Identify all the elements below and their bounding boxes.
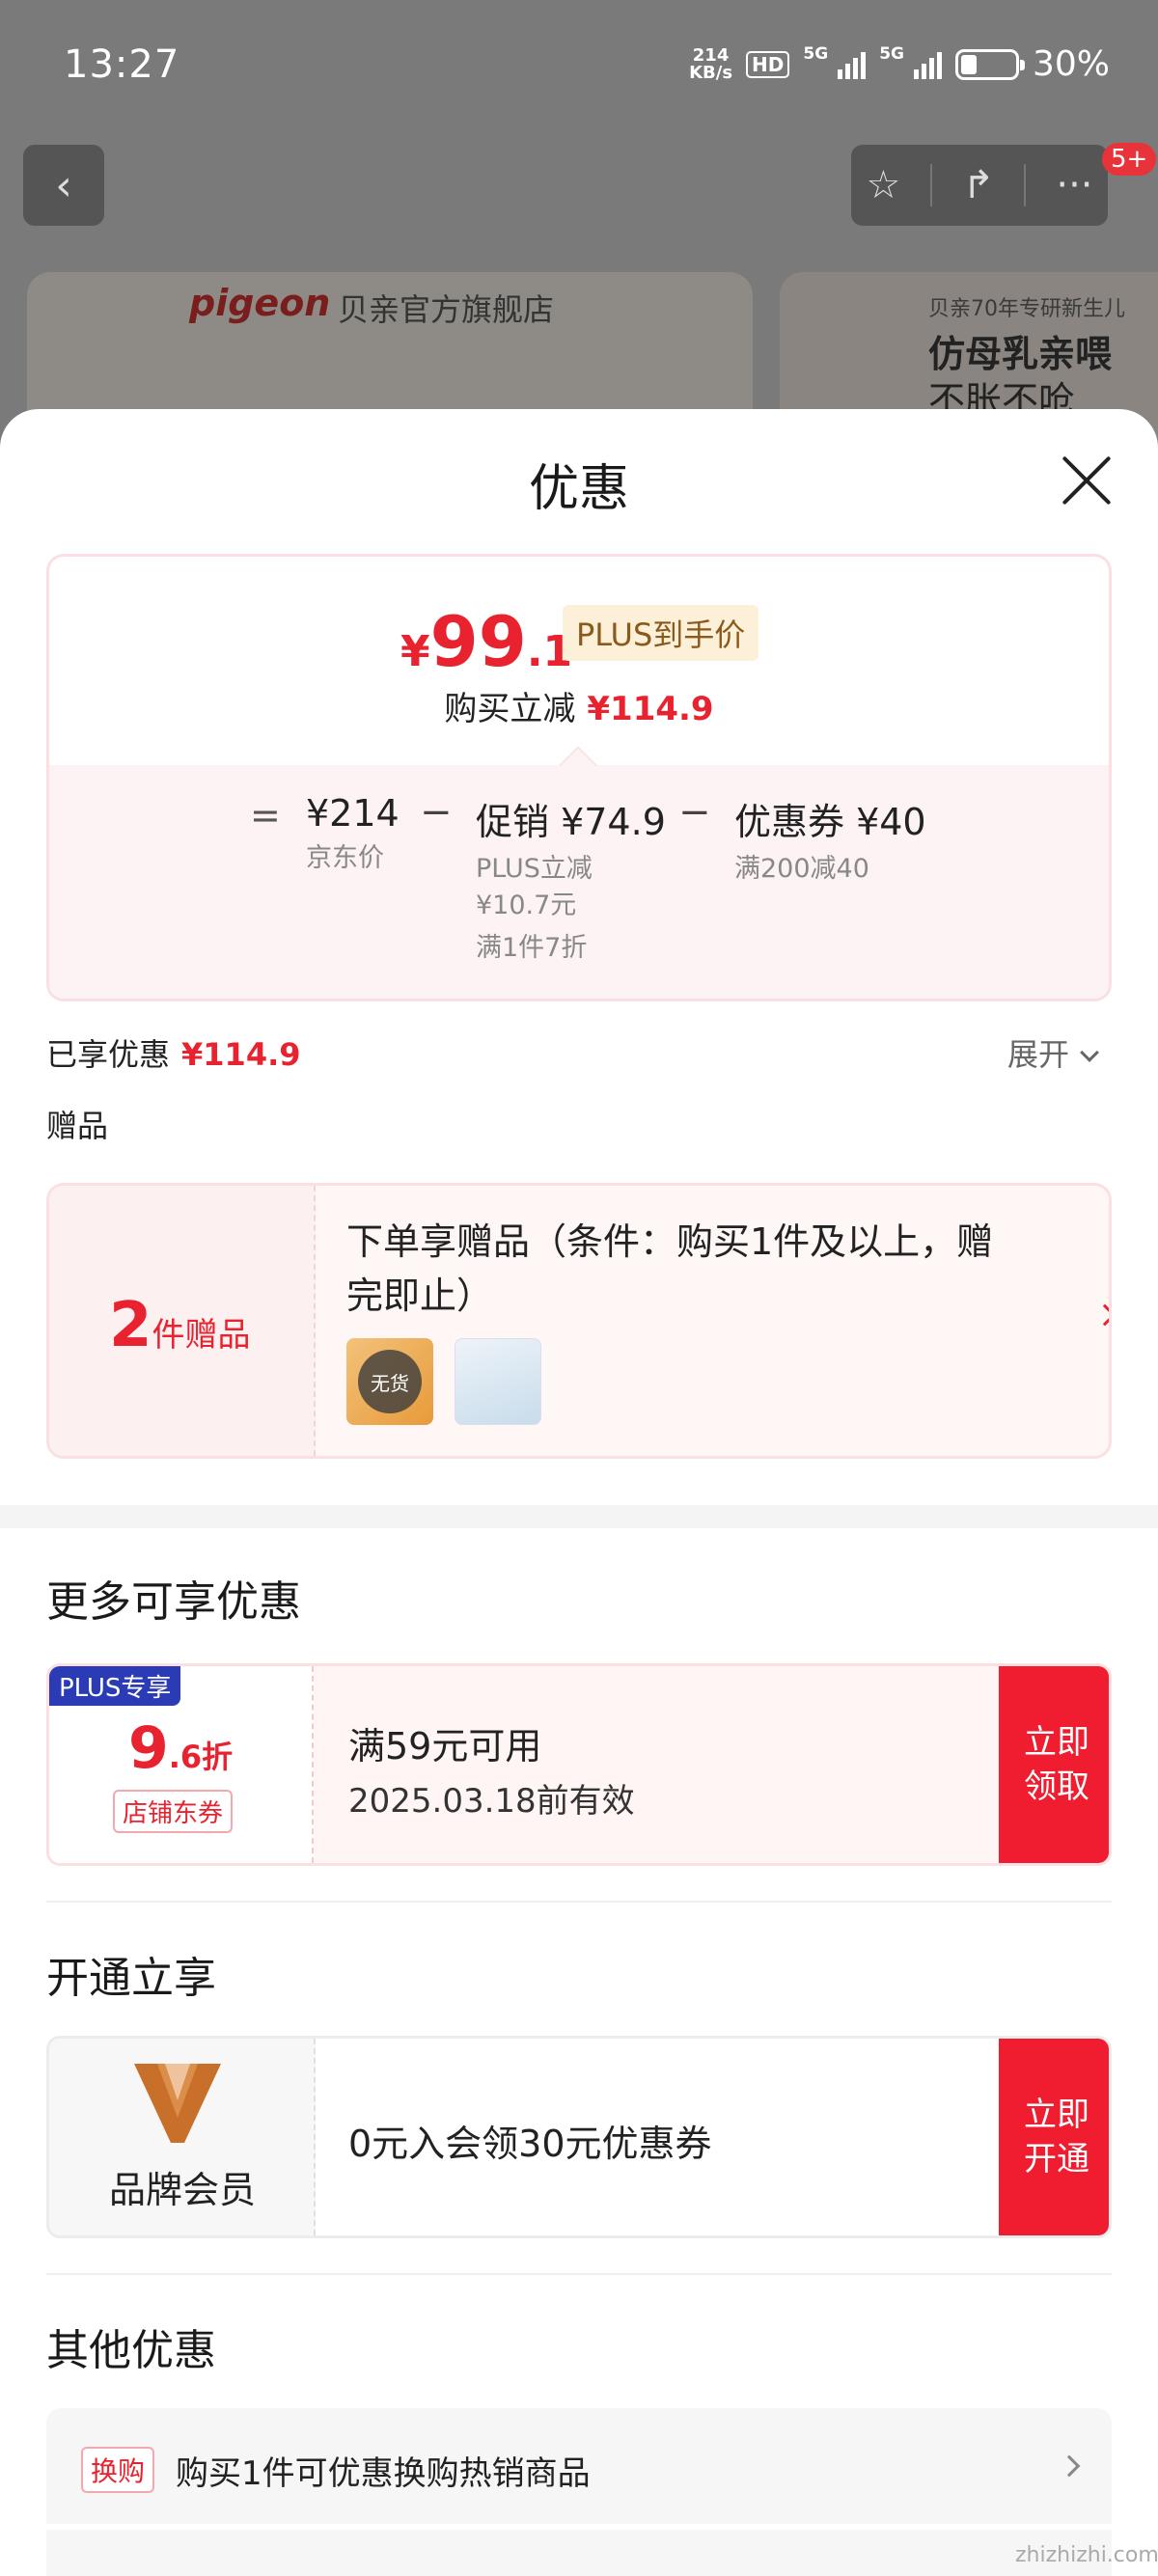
shop-coupon-tag: 店铺东券 xyxy=(113,1790,234,1833)
5g-label-2: 5G xyxy=(879,44,904,64)
battery-icon xyxy=(954,48,1025,80)
5g-label: 5G xyxy=(803,44,829,64)
message-badge: 5+ xyxy=(1102,143,1157,176)
total-reduction: 购买立减 ¥114.9 xyxy=(444,690,714,728)
join-membership-button[interactable]: 立即 开通 xyxy=(999,2039,1109,2235)
out-of-stock-badge: 无货 xyxy=(358,1350,422,1413)
promo-banner-line1: 贝亲70年专研新生儿 xyxy=(928,297,1125,321)
divider xyxy=(930,164,933,206)
promo-col: 促销 ¥74.9 PLUS立减 ¥10.7元 满1件7折 xyxy=(476,801,666,963)
brand-member-logo-icon xyxy=(134,2064,221,2143)
divider xyxy=(1024,164,1027,206)
promo-banner-line2: 仿母乳亲喂 xyxy=(928,333,1113,375)
store-name: 贝亲官方旗舰店 xyxy=(338,291,555,328)
swap-tag: 换购 xyxy=(81,2447,155,2493)
membership-card: 品牌会员 0元入会领30元优惠券 立即 开通 xyxy=(46,2036,1112,2238)
hd-icon: HD xyxy=(746,50,790,78)
gift-count-panel: 2件赠品 xyxy=(49,1186,316,1456)
gift-thumbnail[interactable]: 无货 xyxy=(346,1338,433,1425)
status-bar: 13:27 214 KB/s HD 5G 5G 30% xyxy=(0,0,1158,135)
brand-member-label: 品牌会员 xyxy=(108,2169,256,2211)
claim-coupon-button[interactable]: 立即 领取 xyxy=(999,1666,1109,1863)
minus-sign-2: − xyxy=(678,790,711,835)
membership-offer-text: 0元入会领30元优惠券 xyxy=(348,2123,712,2165)
divider xyxy=(46,2273,1112,2275)
swap-offer-text: 购买1件可优惠换购热销商品 xyxy=(176,2454,591,2493)
brand-logo: pigeon xyxy=(189,282,331,324)
discount-sheet: 优惠 ¥99.1 PLUS到手价 购买立减 ¥114.9 = ¥214 京东价 −… xyxy=(0,409,1158,2576)
nav-actions: ☆ ↱ ··· xyxy=(851,145,1108,226)
coupon-card: PLUS专享 9.6折 店铺东券 满59元可用 2025.03.18前有效 立即… xyxy=(46,1663,1112,1866)
chevron-left-icon: ‹ xyxy=(55,160,72,210)
gift-thumbnail-2[interactable] xyxy=(455,1338,541,1425)
watermark: zhizhizhi.com xyxy=(1015,2543,1158,2567)
plus-exclusive-ribbon: PLUS专享 xyxy=(49,1666,181,1706)
enjoyed-discount: 已享优惠 ¥114.9 xyxy=(46,1036,301,1073)
gift-count: 2件赠品 xyxy=(109,1290,251,1361)
back-button[interactable]: ‹ xyxy=(23,145,104,226)
chevron-down-icon xyxy=(1080,1043,1099,1062)
network-speed: 214 KB/s xyxy=(689,44,733,83)
coupon-expiry: 2025.03.18前有效 xyxy=(348,1782,635,1821)
membership-title: 开通立享 xyxy=(46,1954,216,2003)
membership-brand-panel: 品牌会员 xyxy=(49,2039,316,2235)
final-price: ¥99.1 xyxy=(400,601,573,682)
chevron-right-icon xyxy=(1093,1303,1109,1327)
star-icon[interactable]: ☆ xyxy=(866,163,900,207)
expand-button[interactable]: 展开 xyxy=(1007,1030,1099,1075)
discount-value: 9.6折 xyxy=(128,1714,234,1782)
signal-icon-2 xyxy=(913,50,942,79)
gift-condition-text: 下单享赠品（条件：购买1件及以上，赠完即止） xyxy=(346,1220,994,1317)
share-icon[interactable]: ↱ xyxy=(962,163,995,207)
section-divider xyxy=(0,1505,1158,1528)
equals-sign: = xyxy=(250,794,281,836)
signal-icon xyxy=(838,50,867,79)
coupon-condition: 满59元可用 xyxy=(348,1725,542,1768)
more-icon[interactable]: ··· xyxy=(1056,163,1092,207)
gift-card[interactable]: 2件赠品 下单享赠品（条件：购买1件及以上，赠完即止） 无货 xyxy=(46,1183,1112,1459)
jd-price-col: ¥214 京东价 xyxy=(306,792,400,873)
gift-detail-panel: 下单享赠品（条件：购买1件及以上，赠完即止） 无货 xyxy=(316,1186,1109,1456)
coupon-col: 优惠券 ¥40 满200减40 xyxy=(734,801,926,884)
divider xyxy=(46,1901,1112,1903)
swap-offer-row[interactable]: 换购 购买1件可优惠换购热销商品 xyxy=(46,2408,1112,2524)
coupon-value-panel: PLUS专享 9.6折 店铺东券 xyxy=(49,1666,314,1863)
plus-price-tag: PLUS到手价 xyxy=(563,605,759,661)
other-offers-title: 其他优惠 xyxy=(46,2326,216,2375)
gift-section-label: 赠品 xyxy=(46,1108,109,1144)
battery-percent: 30% xyxy=(1032,44,1110,84)
status-icons: 214 KB/s HD 5G 5G 30% xyxy=(689,44,1110,84)
price-summary-card: ¥99.1 PLUS到手价 购买立减 ¥114.9 = ¥214 京东价 − 促销… xyxy=(46,554,1112,1001)
more-offers-title: 更多可享优惠 xyxy=(46,1577,301,1627)
next-offer-row xyxy=(46,2530,1112,2576)
sheet-title: 优惠 xyxy=(528,460,629,518)
battery-fill xyxy=(960,54,977,74)
chevron-right-icon xyxy=(1058,2454,1081,2478)
close-icon[interactable] xyxy=(1058,452,1116,509)
status-time: 13:27 xyxy=(64,42,180,87)
minus-sign: − xyxy=(420,790,453,835)
